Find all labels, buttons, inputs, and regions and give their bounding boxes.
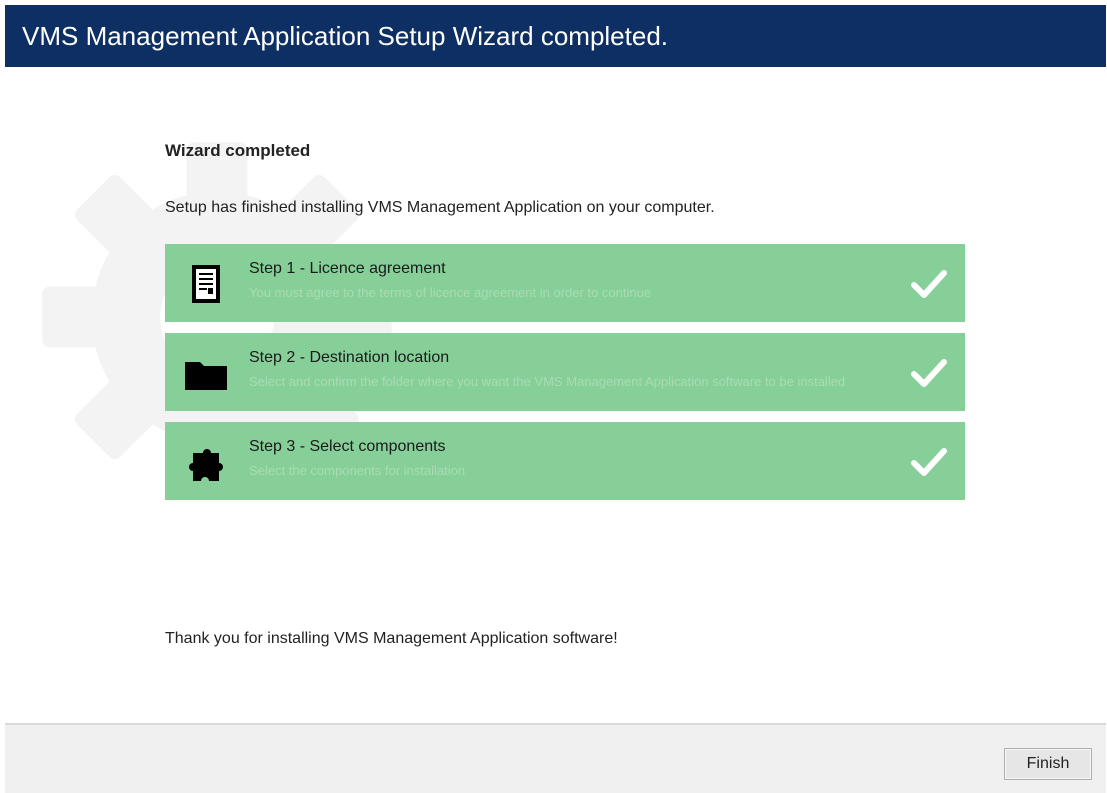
- page-heading: Wizard completed: [165, 141, 311, 160]
- checkmark-icon: [911, 448, 947, 476]
- wizard-footer: Finish: [5, 725, 1106, 793]
- finish-button[interactable]: Finish: [1004, 748, 1092, 780]
- step-list: Step 1 - Licence agreement You must agre…: [165, 244, 965, 511]
- checkmark-icon: [911, 270, 947, 298]
- document-icon: [192, 265, 220, 303]
- step-description: You must agree to the terms of licence a…: [249, 285, 652, 300]
- step-description: Select the components for installation: [249, 463, 466, 478]
- thank-you-message: Thank you for installing VMS Management …: [165, 630, 618, 647]
- setup-wizard-window: VMS Management Application Setup Wizard …: [5, 5, 1106, 793]
- step-title: Step 3 - Select components: [249, 438, 446, 455]
- wizard-content: Wizard completed Setup has finished inst…: [5, 67, 1106, 723]
- step-description: Select and confirm the folder where you …: [249, 374, 846, 389]
- window-title: VMS Management Application Setup Wizard …: [5, 5, 1106, 67]
- step-item-destination: Step 2 - Destination location Select and…: [165, 333, 965, 411]
- step-item-components: Step 3 - Select components Select the co…: [165, 422, 965, 500]
- folder-icon: [185, 362, 227, 390]
- step-title: Step 1 - Licence agreement: [249, 260, 446, 277]
- puzzle-icon: [189, 449, 223, 481]
- checkmark-icon: [911, 359, 947, 387]
- step-item-licence: Step 1 - Licence agreement You must agre…: [165, 244, 965, 322]
- step-title: Step 2 - Destination location: [249, 349, 450, 366]
- page-subtitle: Setup has finished installing VMS Manage…: [165, 199, 715, 216]
